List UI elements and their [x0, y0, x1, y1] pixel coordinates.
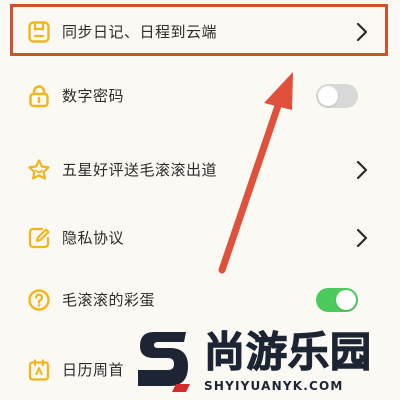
- settings-item-privacy-policy[interactable]: 隐私协议: [0, 216, 400, 260]
- watermark-logo-icon: [138, 332, 190, 392]
- lock-icon: [27, 84, 51, 108]
- settings-item-label: 数字密码: [62, 87, 125, 105]
- settings-item-label: 五星好评送毛滚滚出道: [62, 161, 218, 179]
- calendar-icon: [27, 358, 51, 382]
- settings-item-easter-egg: 毛滚滚的彩蛋: [0, 278, 400, 322]
- settings-item-label: 日历周首: [62, 361, 125, 379]
- toggle-knob: [318, 86, 338, 106]
- watermark-domain: SHYIYUANYK.COM: [204, 379, 344, 393]
- watermark-name: 尚游乐园: [203, 327, 372, 376]
- star-icon: [27, 158, 51, 182]
- toggle-knob: [336, 290, 356, 310]
- settings-item-cloud-sync[interactable]: 同步日记、日程到云端: [0, 10, 400, 54]
- question-icon: [27, 288, 51, 312]
- easter-egg-toggle[interactable]: [316, 288, 358, 312]
- chevron-right-icon: [354, 22, 370, 42]
- password-toggle[interactable]: [316, 84, 358, 108]
- settings-item-label: 同步日记、日程到云端: [62, 23, 218, 41]
- watermark: 尚游乐园 SHYIYUANYK.COM: [128, 322, 400, 400]
- settings-item-label: 隐私协议: [62, 229, 125, 247]
- chevron-right-icon: [354, 160, 370, 180]
- settings-item-label: 毛滚滚的彩蛋: [62, 291, 156, 309]
- chevron-right-icon: [354, 228, 370, 248]
- settings-item-digital-password: 数字密码: [0, 74, 400, 118]
- cloud-save-icon: [27, 20, 51, 44]
- edit-document-icon: [27, 226, 51, 250]
- settings-item-five-star-review[interactable]: 五星好评送毛滚滚出道: [0, 148, 400, 192]
